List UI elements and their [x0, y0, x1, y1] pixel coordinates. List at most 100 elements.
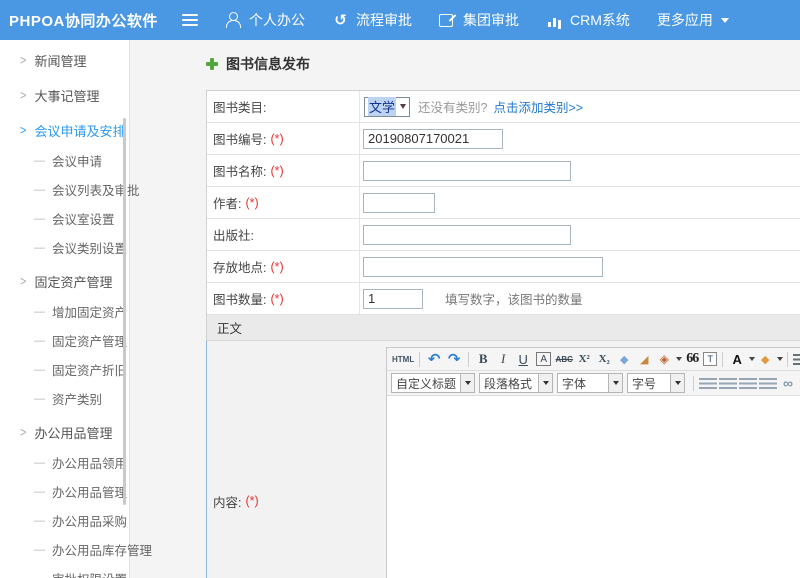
quantity-note: 填写数字，该图书的数量	[445, 289, 583, 308]
top-nav: 个人办公 ↺流程审批 集团审批 CRM系统 更多应用	[198, 10, 729, 30]
sidebar-item[interactable]: —办公用品库存管理	[0, 535, 129, 564]
field-label: 图书类目:	[213, 97, 266, 116]
italic-icon[interactable]: I	[494, 350, 512, 368]
dropdown-caret-icon[interactable]	[749, 357, 755, 361]
font-size-dropdown[interactable]: 字号	[627, 373, 685, 393]
eraser-icon[interactable]: ◆	[615, 350, 633, 368]
form-row-content: 内容: (*) HTML↶↷BIUAABCX²X₂◆◢◈66TA◆ 自定义标题段…	[206, 341, 800, 578]
nav-item-caret-down[interactable]: 更多应用	[657, 10, 729, 30]
sidebar: >新闻管理>大事记管理>会议申请及安排—会议申请—会议列表及审批—会议室设置—会…	[0, 40, 130, 578]
sidebar-group[interactable]: >会议申请及安排	[0, 115, 129, 146]
field-label: 存放地点:	[213, 257, 266, 276]
autotypeset-icon[interactable]: A	[536, 352, 551, 366]
publisher-input[interactable]	[363, 225, 571, 245]
superscript-icon[interactable]: X²	[575, 350, 593, 368]
underline-icon[interactable]: U	[514, 350, 532, 368]
section-title: 正文	[217, 318, 242, 337]
font-color-icon[interactable]: A	[728, 350, 746, 368]
align-left-icon[interactable]	[699, 378, 717, 389]
undo-icon[interactable]: ↶	[425, 350, 443, 368]
chevron-right-icon: >	[20, 53, 26, 67]
required-marker: (*)	[270, 260, 283, 274]
sidebar-item[interactable]: —审批权限设置	[0, 564, 129, 578]
link-icon[interactable]: ∞	[779, 374, 797, 392]
sidebar-item[interactable]: —办公用品领用	[0, 448, 129, 477]
user-icon	[225, 12, 242, 28]
book-code-input[interactable]	[363, 129, 503, 149]
align-center-icon[interactable]	[719, 378, 737, 389]
dropdown-label: 自定义标题	[392, 375, 460, 392]
sidebar-item[interactable]: —会议类别设置	[0, 233, 129, 262]
align-justify-icon[interactable]	[759, 378, 777, 389]
chevron-right-icon: >	[20, 425, 26, 439]
sidebar-item-label: 审批权限设置	[52, 569, 127, 578]
dropdown-caret-icon[interactable]	[670, 374, 684, 392]
location-input[interactable]	[363, 257, 603, 277]
form-row-book-code: 图书编号: (*)	[207, 123, 800, 155]
dropdown-caret-icon[interactable]	[676, 357, 682, 361]
toolbar-separator	[419, 352, 420, 367]
form-row-author: 作者: (*)	[207, 187, 800, 219]
highlight-color-icon[interactable]: ◆	[756, 350, 774, 368]
sidebar-group[interactable]: >办公用品管理	[0, 417, 129, 448]
nav-item-user[interactable]: 个人办公	[225, 10, 305, 30]
category-select[interactable]: 文学	[364, 97, 410, 117]
book-name-input[interactable]	[363, 161, 571, 181]
dropdown-label: 字号	[628, 375, 670, 392]
dropdown-caret-icon[interactable]	[538, 374, 552, 392]
author-input[interactable]	[363, 193, 435, 213]
format-clear-icon[interactable]: ◢	[635, 350, 653, 368]
dash-icon: —	[34, 486, 45, 498]
dropdown-label: 段落格式	[480, 375, 538, 392]
strikethrough-icon[interactable]: ABC	[555, 350, 573, 368]
sidebar-item[interactable]: —固定资产管理	[0, 326, 129, 355]
align-right-icon[interactable]	[739, 378, 757, 389]
sidebar-item[interactable]: —会议室设置	[0, 204, 129, 233]
chevron-right-icon: >	[20, 123, 26, 137]
dash-icon: —	[34, 306, 45, 318]
subscript-icon[interactable]: X₂	[595, 350, 613, 368]
sidebar-item[interactable]: —办公用品管理	[0, 477, 129, 506]
blockquote-icon[interactable]: 66	[683, 350, 701, 368]
dropdown-caret-icon[interactable]	[460, 374, 474, 392]
editor-toolbar-row2: 自定义标题段落格式字体字号∞∞	[387, 371, 800, 396]
editor-toolbar-row1: HTML↶↷BIUAABCX²X₂◆◢◈66TA◆	[387, 348, 800, 371]
hamburger-menu-icon[interactable]	[182, 14, 198, 26]
nav-item-flow[interactable]: ↺流程审批	[332, 10, 412, 30]
sidebar-item[interactable]: —会议列表及审批	[0, 175, 129, 204]
add-category-link[interactable]: 点击添加类别>>	[493, 97, 583, 116]
sidebar-item[interactable]: —会议申请	[0, 146, 129, 175]
quantity-input[interactable]	[363, 289, 423, 309]
sidebar-group[interactable]: >大事记管理	[0, 80, 129, 111]
chart-icon	[546, 12, 563, 28]
sidebar-item[interactable]: —固定资产折旧	[0, 355, 129, 384]
font-family-dropdown[interactable]: 字体	[557, 373, 623, 393]
format-painter-icon[interactable]: ◈	[655, 350, 673, 368]
sidebar-item-label: 会议类别设置	[52, 238, 127, 257]
nav-item-edit[interactable]: 集团审批	[439, 10, 519, 30]
dropdown-caret-icon[interactable]	[777, 357, 783, 361]
custom-title-dropdown[interactable]: 自定义标题	[391, 373, 475, 393]
sidebar-item[interactable]: —增加固定资产	[0, 297, 129, 326]
sidebar-item-label: 大事记管理	[34, 86, 99, 105]
required-marker: (*)	[270, 132, 283, 146]
sidebar-item-label: 办公用品库存管理	[52, 540, 152, 559]
sidebar-item-label: 固定资产折旧	[52, 360, 127, 379]
sidebar-item[interactable]: —资产类别	[0, 384, 129, 413]
sidebar-item-label: 办公用品采购	[52, 511, 127, 530]
paste-text-icon[interactable]: T	[703, 352, 717, 366]
html-source-icon[interactable]: HTML	[392, 350, 414, 368]
sidebar-group[interactable]: >固定资产管理	[0, 266, 129, 297]
paragraph-format-dropdown[interactable]: 段落格式	[479, 373, 553, 393]
redo-icon[interactable]: ↷	[445, 350, 463, 368]
sidebar-group[interactable]: > 新闻管理	[0, 45, 129, 76]
sidebar-item-label: 新闻管理	[34, 51, 86, 70]
editor-content-area[interactable]	[387, 396, 800, 578]
ordered-list-icon[interactable]	[793, 354, 800, 365]
sidebar-item[interactable]: —办公用品采购	[0, 506, 129, 535]
nav-item-chart[interactable]: CRM系统	[546, 10, 630, 30]
dash-icon: —	[34, 457, 45, 469]
bold-icon[interactable]: B	[474, 350, 492, 368]
dropdown-caret-icon[interactable]	[608, 374, 622, 392]
sidebar-scrollbar[interactable]	[123, 118, 126, 505]
